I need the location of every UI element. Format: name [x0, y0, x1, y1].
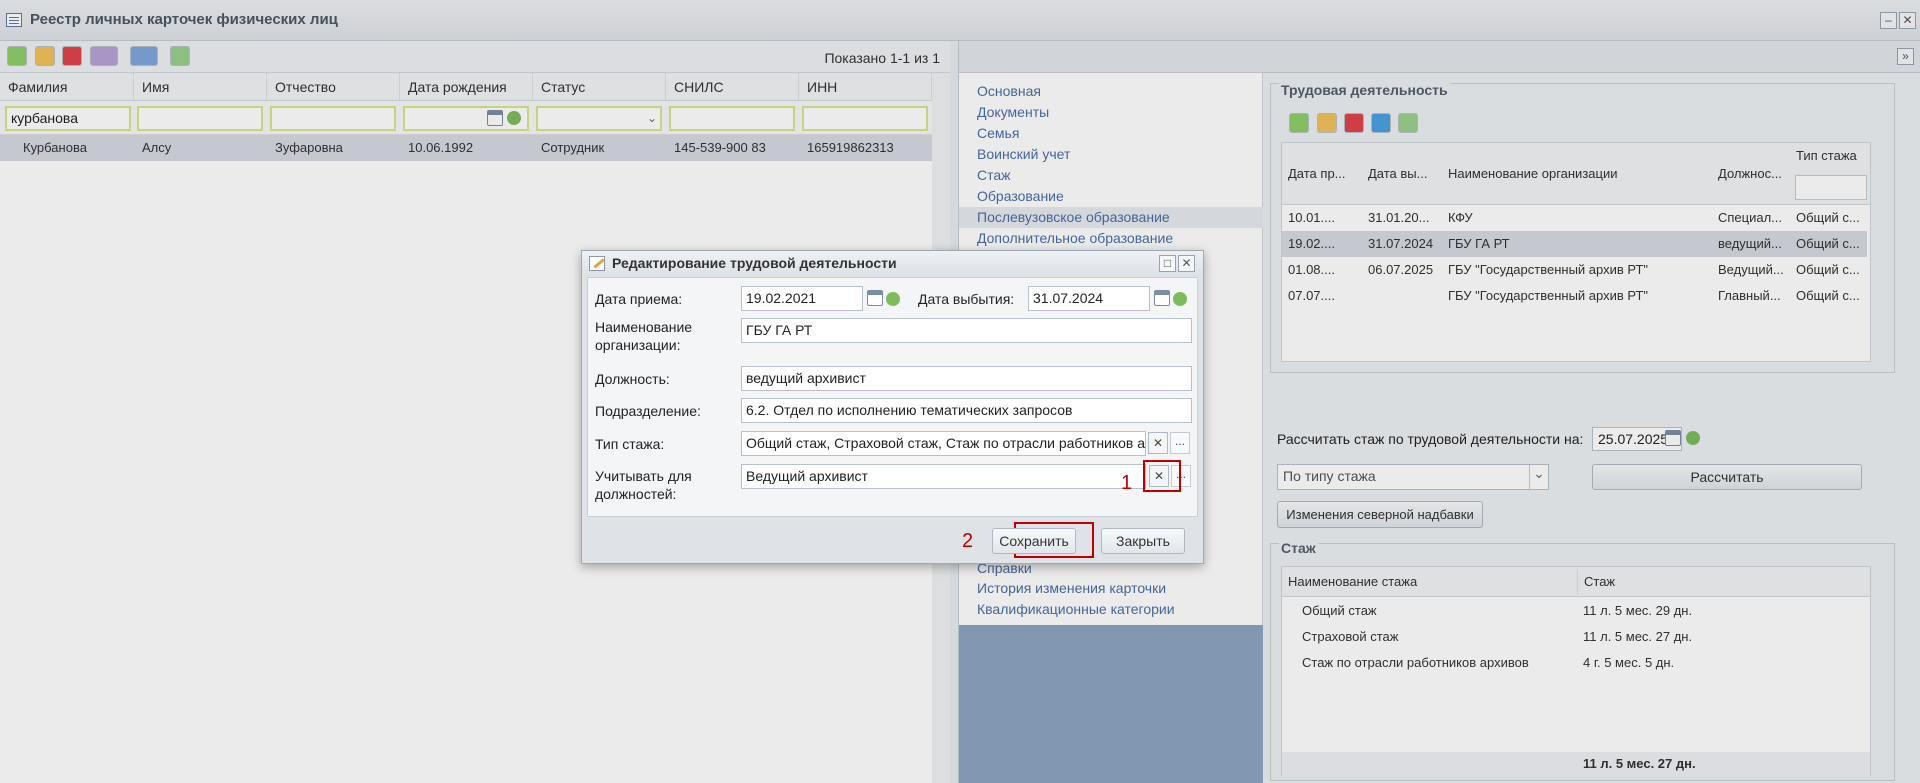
step-marker-1: 1	[1121, 472, 1133, 494]
position-label: Должность:	[595, 371, 670, 387]
save-button[interactable]: Сохранить	[992, 528, 1076, 554]
close-dialog-icon[interactable]: ✕	[1178, 255, 1195, 272]
dialog-form: Дата приема: 19.02.2021 Дата выбытия: 31…	[587, 277, 1198, 517]
edit-work-history-dialog: Редактирование трудовой деятельности □ ✕…	[581, 250, 1204, 564]
step-marker-2: 2	[962, 530, 974, 552]
calendar-icon[interactable]	[867, 290, 883, 306]
calendar-icon[interactable]	[1154, 290, 1170, 306]
highlight-box-1	[1143, 460, 1181, 492]
department-label: Подразделение:	[595, 403, 701, 419]
consider-positions-label: Учитывать для должностей:	[595, 468, 692, 502]
select-stazh-type-button[interactable]: ...	[1170, 432, 1190, 454]
leave-date-input[interactable]: 31.07.2024	[1028, 286, 1150, 311]
department-input[interactable]: 6.2. Отдел по исполнению тематических за…	[741, 398, 1192, 423]
organization-label: Наименование организации:	[595, 319, 693, 353]
dialog-title: Редактирование трудовой деятельности	[612, 255, 897, 271]
consider-positions-input[interactable]: Ведущий архивист	[741, 464, 1146, 489]
edit-form-icon	[589, 256, 605, 271]
stazh-type-label: Тип стажа:	[595, 436, 665, 452]
clear-date-icon[interactable]	[886, 292, 900, 306]
clear-stazh-type-icon[interactable]: ✕	[1148, 432, 1168, 454]
stazh-type-input[interactable]: Общий стаж, Страховой стаж, Стаж по отра…	[741, 431, 1146, 456]
hire-date-input[interactable]: 19.02.2021	[741, 286, 863, 311]
clear-date-icon[interactable]	[1173, 292, 1187, 306]
organization-input[interactable]: ГБУ ГА РТ	[741, 318, 1192, 343]
close-button[interactable]: Закрыть	[1101, 528, 1185, 554]
leave-date-label: Дата выбытия:	[918, 291, 1015, 307]
hire-date-label: Дата приема:	[595, 291, 683, 307]
dialog-header: Редактирование трудовой деятельности □ ✕	[582, 251, 1203, 276]
position-input[interactable]: ведущий архивист	[741, 366, 1192, 391]
maximize-icon[interactable]: □	[1159, 255, 1176, 272]
